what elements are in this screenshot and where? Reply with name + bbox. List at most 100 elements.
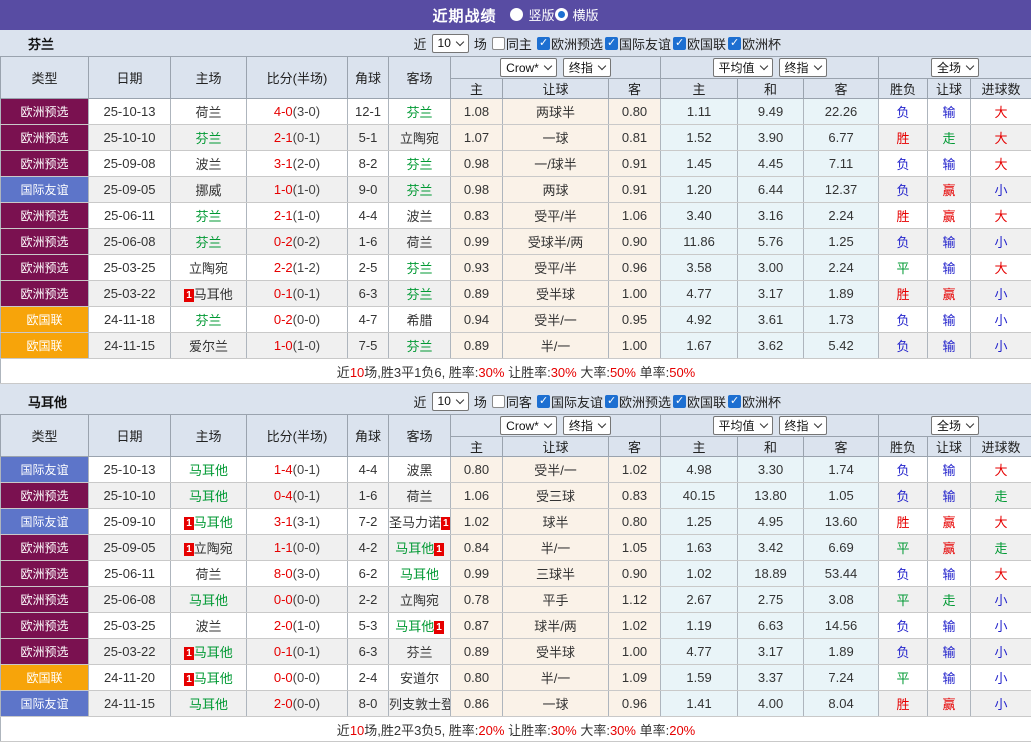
home-odds: 0.86	[451, 691, 503, 717]
competition-filter-3[interactable]: 欧国联	[673, 392, 726, 411]
scope-select[interactable]: 全场	[931, 58, 979, 77]
corner-count: 2-2	[348, 587, 389, 613]
match-row: 欧洲预选25-06-11荷兰8-0(3-0)6-2马耳他0.99三球半0.901…	[1, 561, 1031, 587]
away-team-cell: 马耳他1	[389, 535, 451, 561]
checkbox-checked-icon[interactable]	[605, 37, 618, 50]
home-team-cell: 芬兰	[171, 229, 247, 255]
competition-label: 欧洲预选	[551, 34, 603, 53]
full-score: 0-0	[274, 670, 293, 685]
result-text: 输	[943, 671, 956, 686]
avg-draw: 3.62	[738, 333, 804, 359]
full-score: 0-4	[274, 488, 293, 503]
summary-segment: 让胜率:	[504, 723, 550, 738]
checkbox-unchecked-icon[interactable]	[492, 395, 505, 408]
competition-filter-4[interactable]: 欧洲杯	[728, 392, 781, 411]
corner-count: 6-2	[348, 561, 389, 587]
handicap: 受半球	[503, 281, 609, 307]
competition-filters: 国际友谊欧洲预选欧国联欧洲杯	[535, 392, 781, 411]
competition-filter-3[interactable]: 欧国联	[673, 34, 726, 53]
competition-type-label: 欧洲预选	[20, 261, 68, 275]
result-text: 胜	[897, 209, 910, 224]
score-cell: 1-0(1-0)	[247, 333, 348, 359]
checkbox-checked-icon[interactable]	[673, 37, 686, 50]
result-handicap: 赢	[928, 535, 971, 561]
home-odds: 0.98	[451, 151, 503, 177]
competition-type-badge: 欧洲预选	[1, 151, 89, 177]
column-header: 角球	[348, 57, 389, 99]
result-winlose: 平	[879, 665, 928, 691]
half-score: (0-0)	[293, 312, 320, 327]
competition-type-label: 欧洲预选	[20, 157, 68, 171]
checkbox-unchecked-icon[interactable]	[492, 37, 505, 50]
radio-checked-icon[interactable]	[555, 8, 568, 21]
avg-home: 1.45	[661, 151, 738, 177]
column-subheader: 让球	[503, 437, 609, 457]
team-name: 马耳他	[189, 489, 228, 504]
match-count-select[interactable]: 10	[432, 34, 469, 53]
score-cell: 2-1(1-0)	[247, 203, 348, 229]
average-select[interactable]: 平均值	[713, 58, 773, 77]
competition-type-badge: 欧国联	[1, 333, 89, 359]
summary-segment: 大率:	[577, 365, 610, 380]
scope-select[interactable]: 全场	[931, 416, 979, 435]
radio-unchecked-icon[interactable]	[510, 8, 523, 21]
avg-away: 8.04	[804, 691, 879, 717]
checkbox-checked-icon[interactable]	[728, 37, 741, 50]
team-name: 荷兰	[195, 567, 221, 582]
layout-radio-1[interactable]: 竖版	[510, 5, 554, 24]
team-name-heading: 马耳他	[28, 392, 67, 411]
avg-draw: 13.80	[738, 483, 804, 509]
competition-filter-2[interactable]: 国际友谊	[605, 34, 671, 53]
result-text: 大	[995, 463, 1008, 478]
result-text: 大	[995, 157, 1008, 172]
checkbox-checked-icon[interactable]	[673, 395, 686, 408]
avg-stage-select[interactable]: 终指	[779, 58, 827, 77]
home-odds: 0.78	[451, 587, 503, 613]
half-score: (0-1)	[293, 462, 320, 477]
odds-source-select[interactable]: Crow*	[500, 58, 557, 77]
competition-filter-4[interactable]: 欧洲杯	[728, 34, 781, 53]
avg-home: 40.15	[661, 483, 738, 509]
competition-filter-1[interactable]: 欧洲预选	[537, 34, 603, 53]
average-select[interactable]: 平均值	[713, 416, 773, 435]
away-team-cell: 立陶宛	[389, 125, 451, 151]
avg-stage-select[interactable]: 终指	[779, 416, 827, 435]
full-score: 1-0	[274, 338, 293, 353]
same-venue-filter[interactable]: 同客	[492, 392, 532, 411]
avg-draw: 4.45	[738, 151, 804, 177]
recent-results-table: 类型日期主场比分(半场)角球客场Crow*终指平均值终指全场主让球客主和客胜负让…	[0, 414, 1031, 742]
odds-stage-select[interactable]: 终指	[563, 58, 611, 77]
column-header: 角球	[348, 415, 389, 457]
select-value: 全场	[937, 417, 961, 434]
home-odds: 0.87	[451, 613, 503, 639]
checkbox-checked-icon[interactable]	[537, 395, 550, 408]
result-winlose: 负	[879, 483, 928, 509]
match-row: 欧洲预选25-06-08马耳他0-0(0-0)2-2立陶宛0.78平手1.122…	[1, 587, 1031, 613]
avg-home: 4.77	[661, 281, 738, 307]
title-bar: 近期战绩 竖版横版	[0, 0, 1031, 30]
result-winlose: 胜	[879, 203, 928, 229]
home-odds: 1.02	[451, 509, 503, 535]
away-team-cell: 波兰	[389, 203, 451, 229]
away-odds: 0.96	[609, 691, 661, 717]
competition-type-badge: 欧洲预选	[1, 483, 89, 509]
checkbox-checked-icon[interactable]	[728, 395, 741, 408]
corner-count: 5-3	[348, 613, 389, 639]
competition-filter-1[interactable]: 国际友谊	[537, 392, 603, 411]
avg-home: 1.19	[661, 613, 738, 639]
odds-source-select[interactable]: Crow*	[500, 416, 557, 435]
match-date: 25-09-08	[89, 151, 171, 177]
odds-stage-select[interactable]: 终指	[563, 416, 611, 435]
checkbox-checked-icon[interactable]	[605, 395, 618, 408]
match-date: 25-03-25	[89, 255, 171, 281]
same-venue-filter[interactable]: 同主	[492, 34, 532, 53]
layout-radio-2[interactable]: 横版	[555, 5, 599, 24]
avg-away: 1.73	[804, 307, 879, 333]
result-text: 小	[995, 235, 1008, 250]
competition-filter-2[interactable]: 欧洲预选	[605, 392, 671, 411]
match-count-select[interactable]: 10	[432, 392, 469, 411]
home-team-cell: 1马耳他	[171, 509, 247, 535]
checkbox-checked-icon[interactable]	[537, 37, 550, 50]
away-team-cell: 芬兰	[389, 333, 451, 359]
result-goals: 小	[971, 229, 1031, 255]
